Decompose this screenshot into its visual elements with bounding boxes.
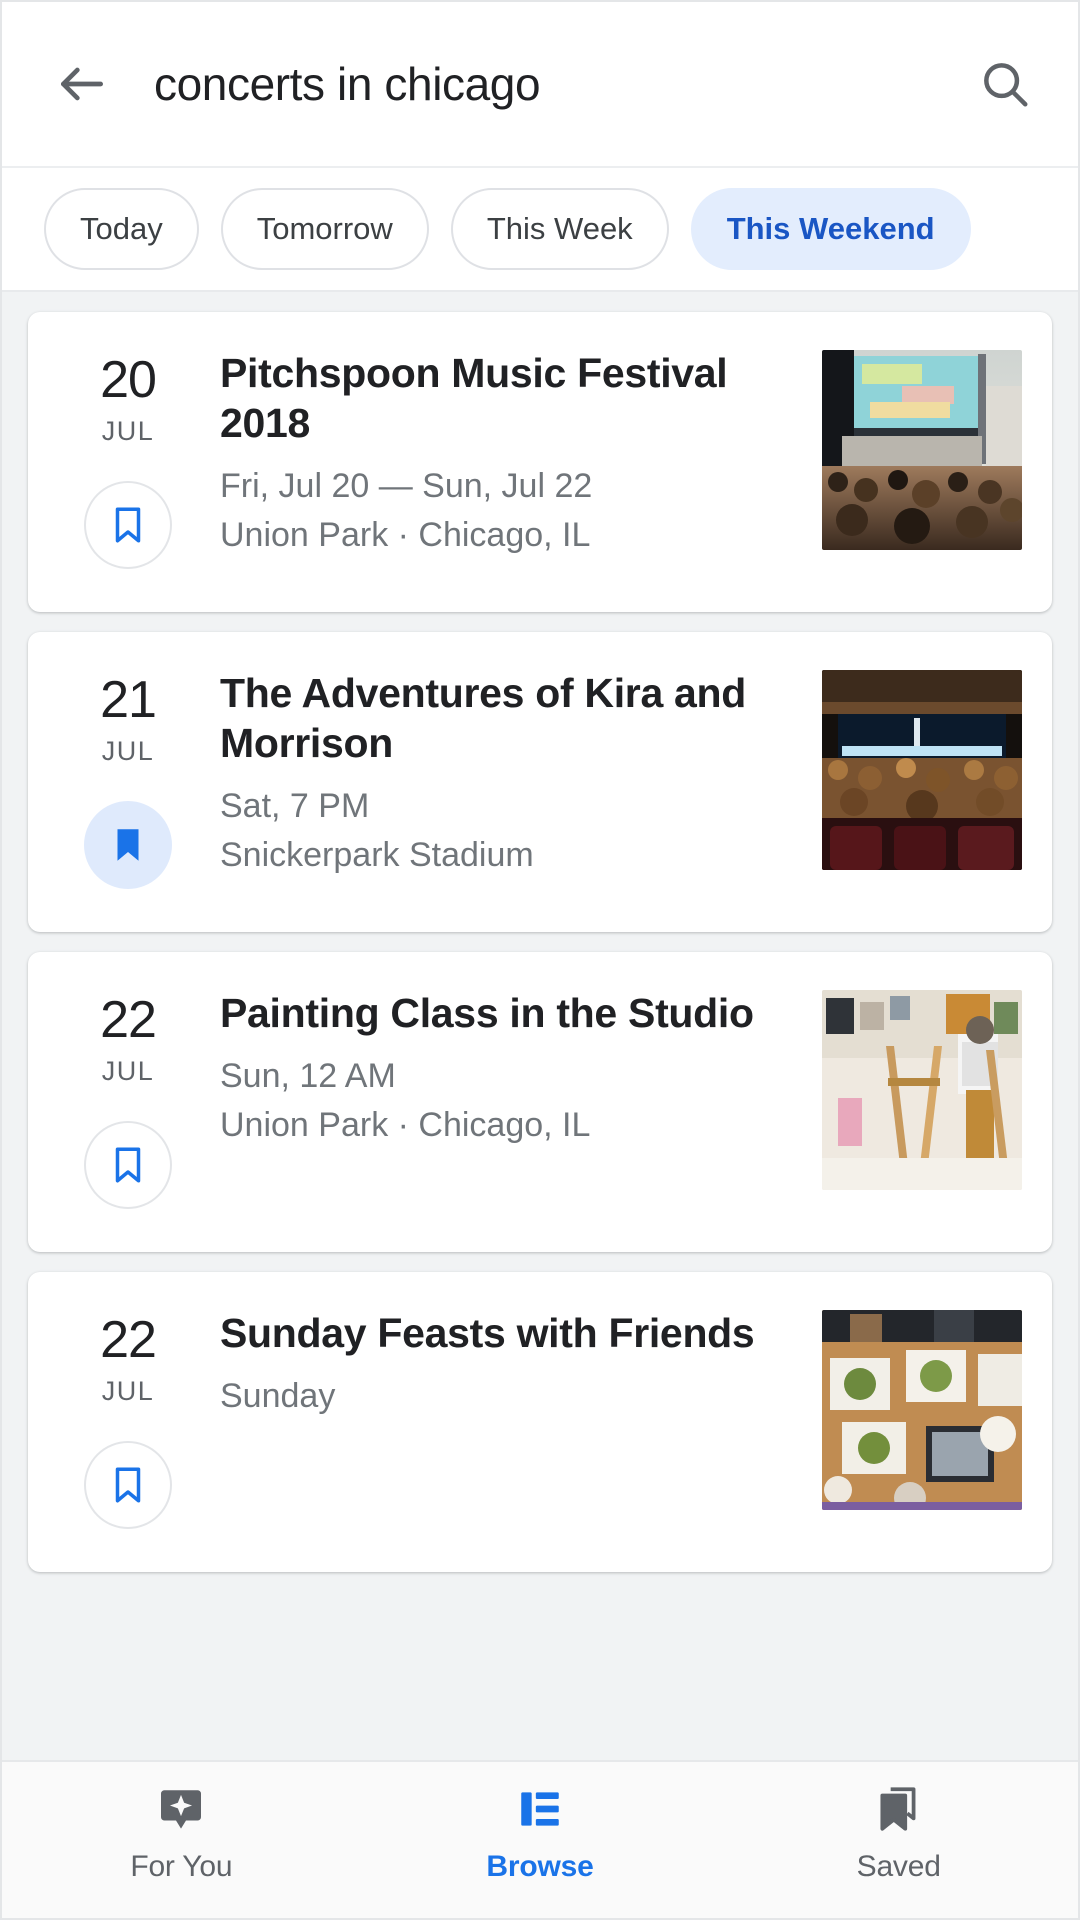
- festival-photo: [822, 350, 1022, 550]
- event-card[interactable]: 20 JUL Pitchspoon Music Festival 2018 Fr…: [28, 312, 1052, 612]
- event-where: Union Park · Chicago, IL: [220, 516, 591, 555]
- event-date-column: 21 JUL: [62, 668, 194, 896]
- event-day: 22: [100, 991, 157, 1049]
- bottom-navigation-bar: For You Browse Saved: [2, 1760, 1078, 1918]
- event-month: JUL: [101, 1376, 155, 1406]
- event-date-column: 22 JUL: [62, 1308, 194, 1536]
- chip-tomorrow[interactable]: Tomorrow: [220, 188, 429, 270]
- event-when: Sunday: [220, 1377, 336, 1416]
- bookmark-button[interactable]: [84, 1441, 172, 1529]
- theater-photo: [822, 670, 1022, 870]
- event-title: Painting Class in the Studio: [220, 990, 754, 1036]
- event-thumbnail[interactable]: [822, 1310, 1022, 1510]
- event-card[interactable]: 22 JUL Painting Class in the Studio Sun,…: [28, 952, 1052, 1252]
- list-view-icon: [515, 1784, 565, 1834]
- event-month: JUL: [101, 736, 155, 766]
- event-where: Union Park · Chicago, IL: [220, 1106, 591, 1145]
- event-card[interactable]: 21 JUL The Adventures of Kira and Morris…: [28, 632, 1052, 932]
- bookmark-outline-icon: [115, 1467, 141, 1503]
- bookmark-button[interactable]: [84, 1121, 172, 1209]
- search-input[interactable]: concerts in chicago: [154, 57, 954, 111]
- nav-label-for-you: For You: [130, 1850, 233, 1883]
- event-thumbnail[interactable]: [822, 990, 1022, 1190]
- bookmarks-stack-icon: [874, 1784, 924, 1834]
- nav-item-for-you[interactable]: For You: [2, 1784, 361, 1884]
- event-when: Fri, Jul 20 — Sun, Jul 22: [220, 467, 593, 506]
- event-date-column: 20 JUL: [62, 348, 194, 576]
- nav-item-browse[interactable]: Browse: [361, 1784, 720, 1884]
- app-screen: concerts in chicago Today Tomorrow This …: [0, 0, 1080, 1920]
- arrow-back-icon[interactable]: [54, 56, 110, 112]
- chip-today[interactable]: Today: [44, 188, 199, 270]
- event-title: Sunday Feasts with Friends: [220, 1310, 755, 1356]
- event-title: The Adventures of Kira and Morrison: [220, 670, 747, 767]
- event-card[interactable]: 22 JUL Sunday Feasts with Friends Sunday: [28, 1272, 1052, 1572]
- event-thumbnail[interactable]: [822, 670, 1022, 870]
- event-info: Sunday Feasts with Friends Sunday: [194, 1308, 822, 1536]
- event-meta: Sunday: [220, 1372, 806, 1421]
- event-info: Pitchspoon Music Festival 2018 Fri, Jul …: [194, 348, 822, 576]
- event-month: JUL: [101, 416, 155, 446]
- filter-chip-row: Today Tomorrow This Week This Weekend: [2, 168, 1078, 292]
- dinner-photo: [822, 1310, 1022, 1510]
- event-info: The Adventures of Kira and Morrison Sat,…: [194, 668, 822, 896]
- sparkle-bubble-icon: [156, 1784, 206, 1834]
- event-day: 21: [100, 671, 157, 729]
- event-date-column: 22 JUL: [62, 988, 194, 1216]
- nav-label-saved: Saved: [856, 1850, 941, 1883]
- chip-this-week[interactable]: This Week: [450, 188, 669, 270]
- bookmark-filled-icon: [117, 829, 139, 861]
- bookmark-button[interactable]: [84, 481, 172, 569]
- event-day: 22: [100, 1311, 157, 1369]
- event-meta: Fri, Jul 20 — Sun, Jul 22 Union Park · C…: [220, 462, 806, 561]
- event-list[interactable]: 20 JUL Pitchspoon Music Festival 2018 Fr…: [2, 292, 1078, 1918]
- search-icon[interactable]: [978, 57, 1032, 111]
- event-info: Painting Class in the Studio Sun, 12 AM …: [194, 988, 822, 1216]
- event-title: Pitchspoon Music Festival 2018: [220, 350, 728, 447]
- event-meta: Sat, 7 PM Snickerpark Stadium: [220, 782, 806, 881]
- search-bar: concerts in chicago: [2, 2, 1078, 168]
- nav-label-browse: Browse: [486, 1850, 594, 1883]
- bookmark-outline-icon: [115, 1147, 141, 1183]
- event-when: Sun, 12 AM: [220, 1057, 396, 1096]
- event-when: Sat, 7 PM: [220, 787, 370, 826]
- event-month: JUL: [101, 1056, 155, 1086]
- event-where: Snickerpark Stadium: [220, 836, 534, 875]
- event-thumbnail[interactable]: [822, 350, 1022, 550]
- bookmark-outline-icon: [115, 507, 141, 543]
- event-day: 20: [100, 351, 157, 409]
- studio-photo: [822, 990, 1022, 1190]
- event-meta: Sun, 12 AM Union Park · Chicago, IL: [220, 1052, 806, 1151]
- nav-item-saved[interactable]: Saved: [719, 1784, 1078, 1884]
- bookmark-button[interactable]: [84, 801, 172, 889]
- chip-this-weekend[interactable]: This Weekend: [690, 188, 971, 270]
